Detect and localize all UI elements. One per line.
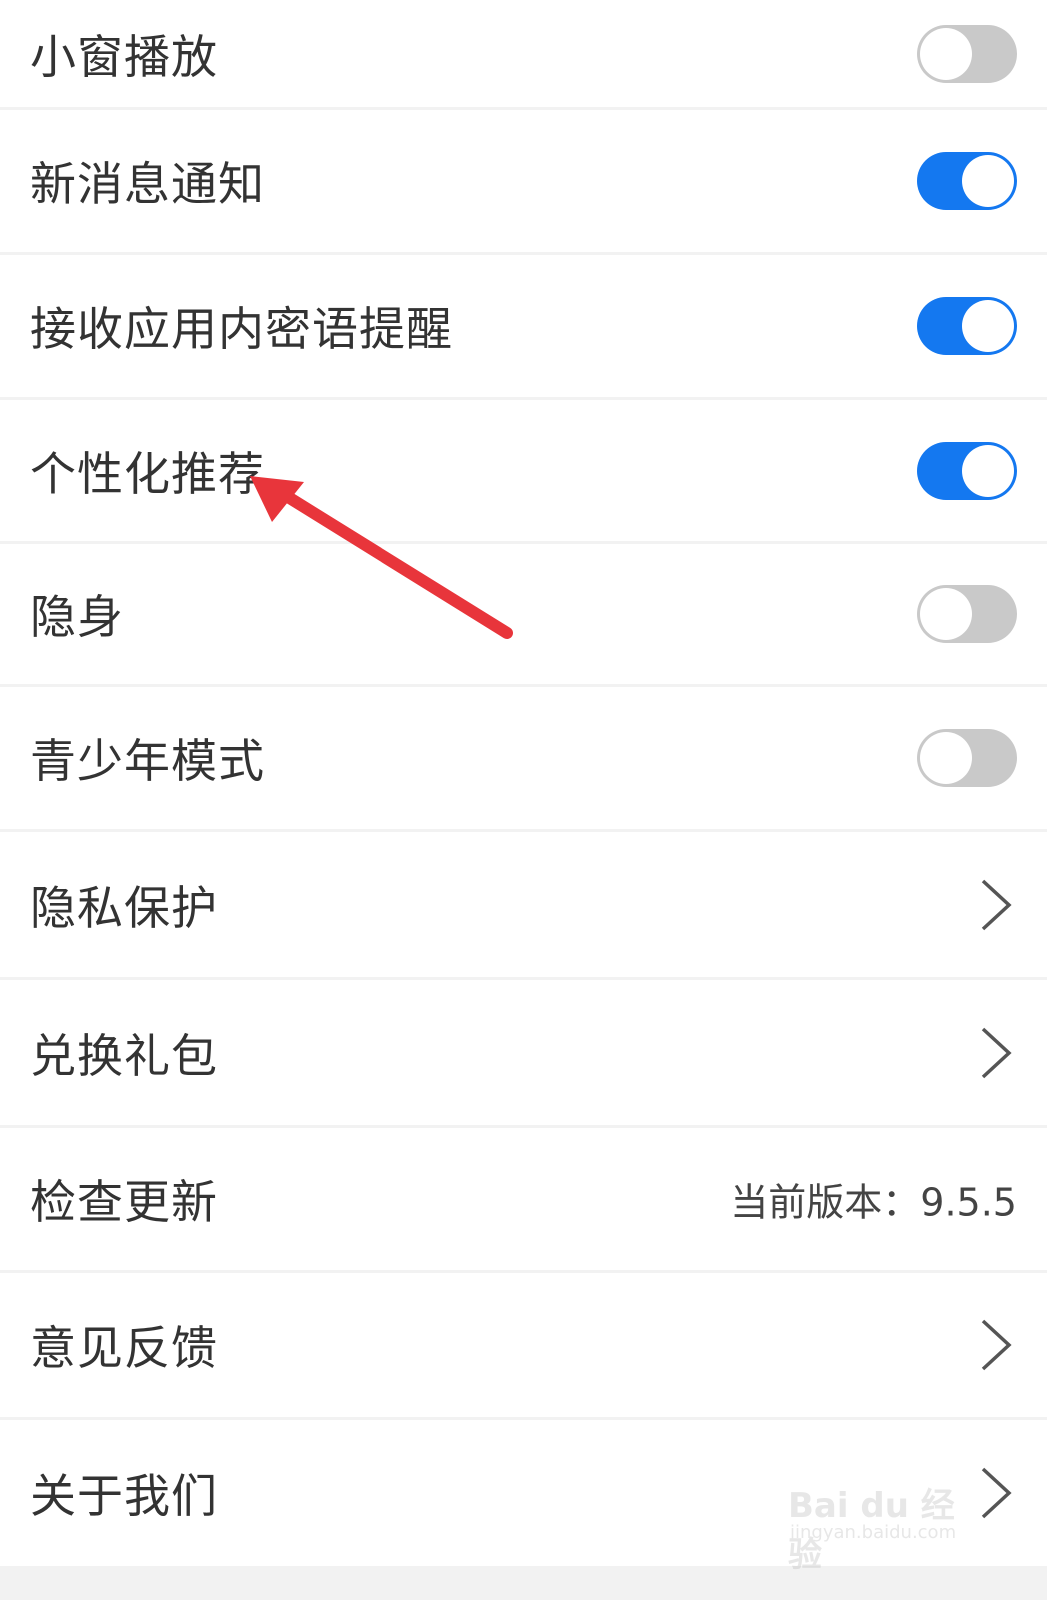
- chevron-right-icon: [981, 1027, 1012, 1078]
- mini-window-toggle[interactable]: [917, 24, 1017, 83]
- toggle-knob: [962, 444, 1014, 497]
- chevron-right-icon: [981, 1467, 1012, 1519]
- setting-label: 关于我们: [30, 1469, 218, 1523]
- setting-label: 青少年模式: [30, 734, 265, 788]
- setting-row-feedback[interactable]: 意见反馈: [0, 1273, 1047, 1417]
- current-version-text: 当前版本：9.5.5: [730, 1180, 1017, 1225]
- setting-row-privacy-protection[interactable]: 隐私保护: [0, 832, 1047, 977]
- toggle-knob: [962, 155, 1014, 207]
- baidu-jingyan-watermark: Bai du 经验 jingyan.baidu.com: [788, 1460, 978, 1575]
- toggle-knob: [920, 588, 972, 640]
- setting-label: 个性化推荐: [30, 446, 265, 501]
- setting-row-teen-mode[interactable]: 青少年模式: [0, 687, 1047, 829]
- in-app-whisper-reminder-toggle[interactable]: [917, 297, 1017, 355]
- setting-label: 兑换礼包: [30, 1028, 218, 1083]
- chevron-right-icon: [981, 1319, 1012, 1371]
- toggle-knob: [920, 732, 972, 784]
- setting-row-personalized-recommendation[interactable]: 个性化推荐: [0, 400, 1047, 541]
- setting-row-redeem-gift[interactable]: 兑换礼包: [0, 980, 1047, 1125]
- setting-row-check-update[interactable]: 检查更新 当前版本：9.5.5: [0, 1128, 1047, 1270]
- setting-label: 接收应用内密语提醒: [30, 302, 453, 356]
- teen-mode-toggle[interactable]: [917, 729, 1017, 787]
- setting-label: 新消息通知: [30, 157, 265, 211]
- setting-label: 检查更新: [30, 1175, 218, 1229]
- setting-row-new-message-notification[interactable]: 新消息通知: [0, 110, 1047, 252]
- toggle-knob: [920, 27, 972, 80]
- invisible-toggle[interactable]: [917, 585, 1017, 643]
- toggle-knob: [962, 300, 1014, 352]
- watermark-url: jingyan.baidu.com: [790, 1522, 957, 1543]
- setting-label: 意见反馈: [30, 1321, 218, 1375]
- setting-row-mini-window[interactable]: 小窗播放: [0, 0, 1047, 107]
- personalized-recommendation-toggle[interactable]: [917, 441, 1017, 500]
- new-message-notification-toggle[interactable]: [917, 152, 1017, 210]
- setting-label: 隐私保护: [30, 880, 218, 935]
- setting-label: 隐身: [30, 590, 124, 644]
- setting-row-in-app-whisper-reminder[interactable]: 接收应用内密语提醒: [0, 255, 1047, 397]
- setting-label: 小窗播放: [30, 29, 218, 84]
- chevron-right-icon: [981, 879, 1012, 930]
- setting-row-invisible[interactable]: 隐身: [0, 544, 1047, 684]
